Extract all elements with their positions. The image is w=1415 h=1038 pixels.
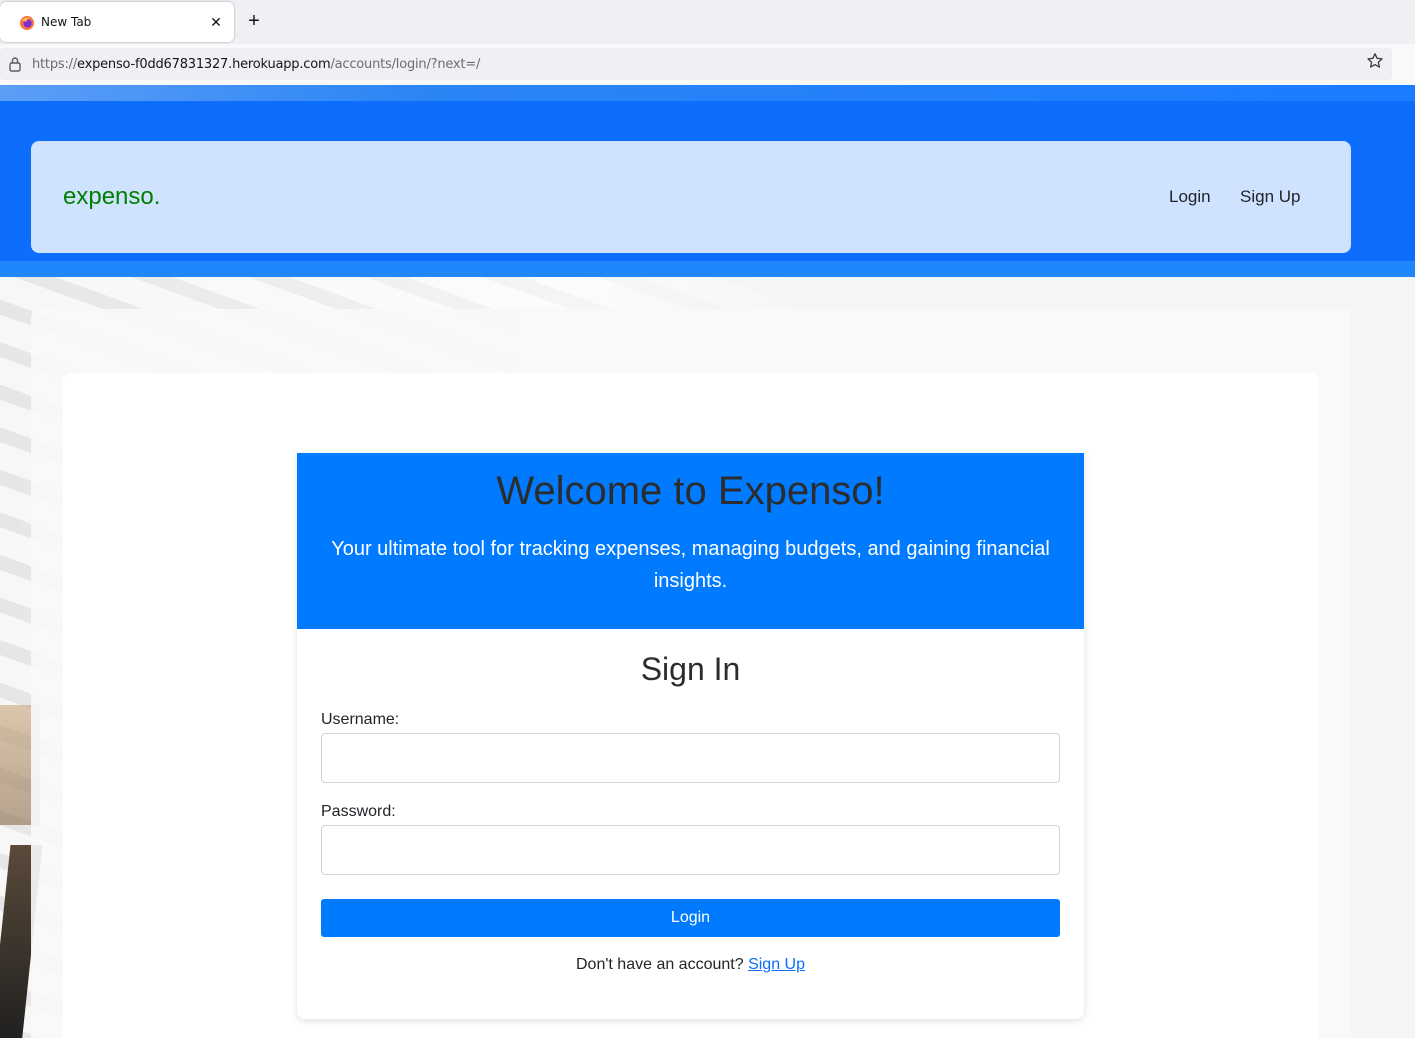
bookmark-star-icon[interactable] (1366, 52, 1384, 70)
login-button[interactable]: Login (321, 899, 1060, 937)
navbar: expenso. Login Sign Up (31, 141, 1351, 253)
lock-icon (9, 57, 21, 72)
password-input[interactable] (321, 825, 1060, 875)
browser-tab-bar: New Tab ✕ + (0, 0, 1415, 44)
header-band-top (0, 85, 1415, 101)
signup-link[interactable]: Sign Up (748, 956, 805, 973)
browser-toolbar: https://expenso-f0dd67831327.herokuapp.c… (0, 44, 1415, 85)
signin-title: Sign In (640, 651, 741, 687)
login-card: Welcome to Expenso! Your ultimate tool f… (297, 453, 1084, 1019)
welcome-title: Welcome to Expenso! (496, 469, 885, 513)
new-tab-icon[interactable]: + (244, 11, 264, 31)
url-text[interactable]: https://expenso-f0dd67831327.herokuapp.c… (32, 57, 480, 72)
username-label: Username: (321, 711, 400, 728)
nav-login-link[interactable]: Login (1169, 187, 1211, 207)
brand-logo[interactable]: expenso. (63, 183, 160, 211)
close-tab-icon[interactable]: ✕ (207, 13, 225, 31)
tab-title: New Tab (41, 15, 92, 29)
url-scheme: https:// (32, 57, 77, 72)
welcome-subtitle: Your ultimate tool for tracking expenses… (331, 538, 1050, 592)
url-path: /accounts/login/?next=/ (330, 57, 481, 72)
signup-prompt-text: Don't have an account? (576, 956, 744, 973)
browser-tab[interactable]: New Tab ✕ (0, 2, 234, 42)
url-host: expenso-f0dd67831327.herokuapp.com (77, 57, 331, 72)
password-label: Password: (321, 803, 396, 820)
header-band-bottom (0, 261, 1415, 277)
welcome-banner: Welcome to Expenso! Your ultimate tool f… (297, 453, 1084, 629)
nav-signup-link[interactable]: Sign Up (1240, 187, 1300, 207)
firefox-icon (20, 16, 34, 30)
page-viewport: expenso. Login Sign Up Welcome to Expens… (0, 85, 1415, 1038)
address-bar[interactable]: https://expenso-f0dd67831327.herokuapp.c… (0, 48, 1392, 80)
username-input[interactable] (321, 733, 1060, 783)
signup-prompt: Don't have an account? Sign Up (297, 956, 1084, 974)
